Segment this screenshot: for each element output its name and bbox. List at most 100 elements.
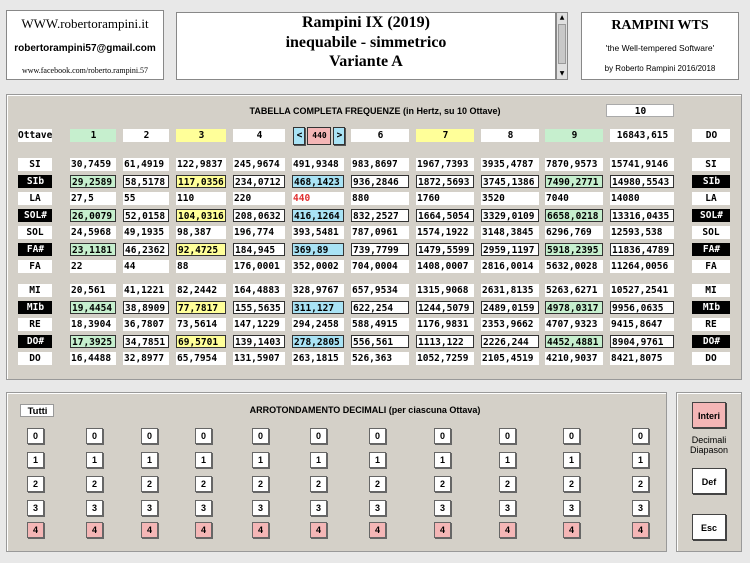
rounding-button-0[interactable]: 0 bbox=[86, 428, 103, 444]
frequency-cell: 24,5968 bbox=[70, 226, 116, 239]
frequency-cell: 29,2589 bbox=[70, 175, 116, 188]
frequency-cell: 622,254 bbox=[351, 301, 409, 314]
rounding-button-4[interactable]: 4 bbox=[310, 522, 327, 538]
all-button[interactable]: Tutti bbox=[20, 404, 54, 417]
interi-button[interactable]: Interi bbox=[692, 402, 726, 428]
rounding-button-0[interactable]: 0 bbox=[369, 428, 386, 444]
diapason-increase-button[interactable]: > bbox=[333, 127, 345, 145]
rounding-button-3[interactable]: 3 bbox=[195, 500, 212, 516]
rounding-button-1[interactable]: 1 bbox=[369, 452, 386, 468]
rounding-button-4[interactable]: 4 bbox=[632, 522, 649, 538]
frequency-cell: 1664,5054 bbox=[416, 209, 474, 222]
rounding-button-2[interactable]: 2 bbox=[369, 476, 386, 492]
rounding-button-1[interactable]: 1 bbox=[310, 452, 327, 468]
rounding-button-1[interactable]: 1 bbox=[499, 452, 516, 468]
rounding-button-0[interactable]: 0 bbox=[632, 428, 649, 444]
diapason-decrease-button[interactable]: < bbox=[293, 127, 305, 145]
def-button[interactable]: Def bbox=[692, 468, 726, 494]
frequency-cell: 2353,9662 bbox=[481, 318, 539, 331]
rounding-button-2[interactable]: 2 bbox=[141, 476, 158, 492]
rounding-button-1[interactable]: 1 bbox=[141, 452, 158, 468]
frequency-cell: 22 bbox=[70, 260, 116, 273]
rounding-button-1[interactable]: 1 bbox=[195, 452, 212, 468]
rounding-button-4[interactable]: 4 bbox=[252, 522, 269, 538]
rounding-button-3[interactable]: 3 bbox=[86, 500, 103, 516]
rounding-button-3[interactable]: 3 bbox=[369, 500, 386, 516]
note-label: MI bbox=[18, 284, 52, 297]
octave-header: 9 bbox=[545, 129, 603, 142]
rounding-button-3[interactable]: 3 bbox=[563, 500, 580, 516]
rounding-button-4[interactable]: 4 bbox=[86, 522, 103, 538]
rounding-button-2[interactable]: 2 bbox=[434, 476, 451, 492]
rounding-button-2[interactable]: 2 bbox=[86, 476, 103, 492]
rounding-button-4[interactable]: 4 bbox=[141, 522, 158, 538]
frequency-cell: 88 bbox=[176, 260, 226, 273]
rounding-button-0[interactable]: 0 bbox=[27, 428, 44, 444]
diapason-value[interactable]: 440 bbox=[307, 127, 331, 145]
rounding-button-3[interactable]: 3 bbox=[499, 500, 516, 516]
frequency-cell: 41,1221 bbox=[123, 284, 169, 297]
rounding-button-2[interactable]: 2 bbox=[27, 476, 44, 492]
wts-subtitle: 'the Well-tempered Software' bbox=[605, 43, 715, 53]
rounding-button-0[interactable]: 0 bbox=[141, 428, 158, 444]
rounding-button-3[interactable]: 3 bbox=[27, 500, 44, 516]
esc-button[interactable]: Esc bbox=[692, 514, 726, 540]
rounding-button-1[interactable]: 1 bbox=[252, 452, 269, 468]
frequency-cell: 328,9767 bbox=[292, 284, 344, 297]
scroll-thumb[interactable] bbox=[558, 24, 566, 64]
note-label-right: SI bbox=[692, 158, 730, 171]
octave-count-field[interactable]: 10 bbox=[606, 104, 674, 117]
rounding-button-0[interactable]: 0 bbox=[252, 428, 269, 444]
rounding-button-0[interactable]: 0 bbox=[310, 428, 327, 444]
rounding-button-2[interactable]: 2 bbox=[310, 476, 327, 492]
rounding-button-4[interactable]: 4 bbox=[563, 522, 580, 538]
note-label-right: SOL bbox=[692, 226, 730, 239]
rounding-button-0[interactable]: 0 bbox=[195, 428, 212, 444]
octave-header: 6 bbox=[351, 129, 409, 142]
frequency-cell: 110 bbox=[176, 192, 226, 205]
rounding-button-2[interactable]: 2 bbox=[632, 476, 649, 492]
frequency-cell: 61,4919 bbox=[123, 158, 169, 171]
rounding-button-1[interactable]: 1 bbox=[434, 452, 451, 468]
frequency-cell: 9956,0635 bbox=[610, 301, 674, 314]
rounding-button-4[interactable]: 4 bbox=[27, 522, 44, 538]
octave-header: 8 bbox=[481, 129, 539, 142]
frequency-cell: 12593,538 bbox=[610, 226, 674, 239]
rounding-button-1[interactable]: 1 bbox=[27, 452, 44, 468]
rounding-button-3[interactable]: 3 bbox=[632, 500, 649, 516]
rounding-button-2[interactable]: 2 bbox=[499, 476, 516, 492]
scroll-down-icon[interactable]: ▼ bbox=[558, 70, 566, 78]
rounding-button-2[interactable]: 2 bbox=[563, 476, 580, 492]
rounding-button-1[interactable]: 1 bbox=[563, 452, 580, 468]
rounding-button-2[interactable]: 2 bbox=[195, 476, 212, 492]
rounding-button-3[interactable]: 3 bbox=[310, 500, 327, 516]
frequency-cell: 393,5481 bbox=[292, 226, 344, 239]
ottave-label: Ottave bbox=[18, 129, 52, 142]
rounding-button-1[interactable]: 1 bbox=[632, 452, 649, 468]
rounding-button-3[interactable]: 3 bbox=[434, 500, 451, 516]
rounding-button-0[interactable]: 0 bbox=[434, 428, 451, 444]
frequency-cell: 14080 bbox=[610, 192, 674, 205]
rounding-button-4[interactable]: 4 bbox=[195, 522, 212, 538]
website-link[interactable]: WWW.robertorampini.it bbox=[6, 16, 164, 32]
frequency-cell: 52,0158 bbox=[123, 209, 169, 222]
header-scrollbar[interactable]: ▲ ▼ bbox=[556, 12, 568, 80]
frequency-cell: 139,1403 bbox=[233, 335, 285, 348]
rounding-button-4[interactable]: 4 bbox=[499, 522, 516, 538]
frequency-cell: 16,4488 bbox=[70, 352, 116, 365]
octave-header: 3 bbox=[176, 129, 226, 142]
rounding-button-3[interactable]: 3 bbox=[141, 500, 158, 516]
email-link[interactable]: robertorampini57@gmail.com bbox=[6, 43, 164, 54]
scroll-up-icon[interactable]: ▲ bbox=[558, 14, 566, 22]
rounding-button-4[interactable]: 4 bbox=[434, 522, 451, 538]
frequency-cell: 4707,9323 bbox=[545, 318, 603, 331]
rounding-button-0[interactable]: 0 bbox=[499, 428, 516, 444]
header-subtitle: inequabile - simmetrico bbox=[285, 34, 447, 51]
rounding-button-3[interactable]: 3 bbox=[252, 500, 269, 516]
rounding-button-2[interactable]: 2 bbox=[252, 476, 269, 492]
rounding-button-1[interactable]: 1 bbox=[86, 452, 103, 468]
rounding-button-4[interactable]: 4 bbox=[369, 522, 386, 538]
rounding-button-0[interactable]: 0 bbox=[563, 428, 580, 444]
frequency-cell: 19,4454 bbox=[70, 301, 116, 314]
facebook-link[interactable]: www.facebook.com/roberto.rampini.57 bbox=[6, 66, 164, 75]
